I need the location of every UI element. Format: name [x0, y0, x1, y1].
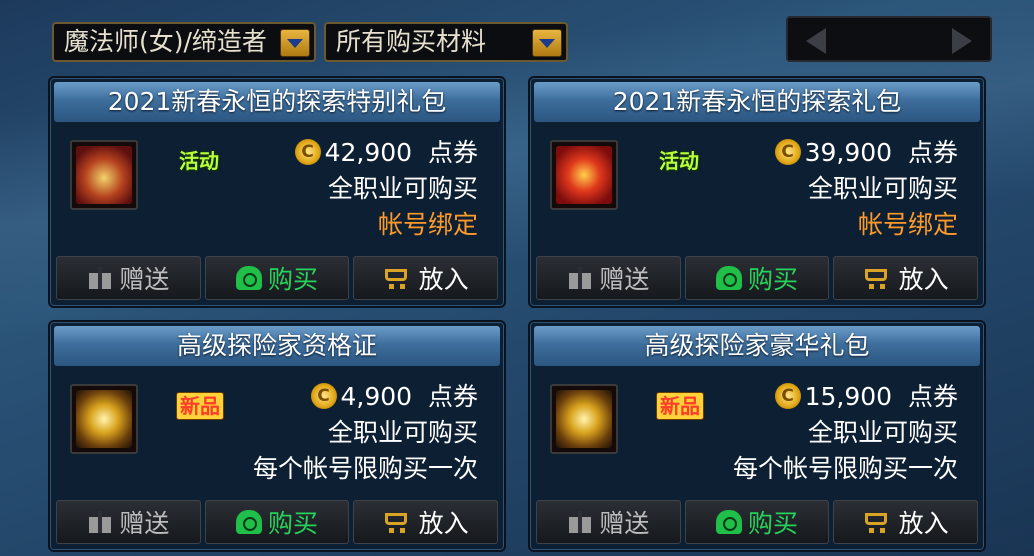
price-value: 39,900 [804, 138, 893, 167]
gift-button[interactable]: 赠送 [536, 256, 681, 300]
coupon-coin-icon [774, 383, 801, 409]
gift-button[interactable]: 赠送 [56, 256, 201, 300]
buy-button[interactable]: 购买 [204, 500, 350, 544]
item-title: 2021新春永恒的探索礼包 [534, 82, 980, 122]
shop-item-card: 高级探险家豪华礼包 新品 15,900 点券 全职业可购买 每个帐号限购买一次 … [528, 320, 986, 552]
action-buttons: 赠送 购买 放入 [56, 256, 499, 300]
price-value: 42,900 [324, 138, 413, 167]
category-filter-value: 所有购买材料 [336, 27, 487, 56]
purchase-condition: 全职业可购买 [807, 174, 958, 203]
price-currency: 点券 [907, 382, 958, 411]
cart-label: 放入 [418, 265, 469, 294]
item-title: 2021新春永恒的探索特别礼包 [54, 82, 500, 122]
event-tag: 活动 [179, 149, 219, 173]
category-filter-dropdown[interactable]: 所有购买材料 [324, 22, 568, 62]
previous-page-icon[interactable] [802, 26, 832, 54]
item-price: 15,900 点券 [774, 380, 958, 414]
purchase-limit-note: 每个帐号限购买一次 [252, 454, 478, 483]
next-page-icon[interactable] [946, 26, 976, 54]
buy-bag-icon [236, 266, 262, 290]
golden-orb-icon[interactable] [550, 384, 618, 454]
cart-icon [863, 266, 893, 290]
golden-orb-icon[interactable] [70, 384, 138, 454]
shop-item-card: 高级探险家资格证 新品 4,900 点券 全职业可购买 每个帐号限购买一次 赠送… [48, 320, 506, 552]
purchase-condition: 全职业可购买 [327, 418, 478, 447]
purchase-limit-note: 每个帐号限购买一次 [732, 454, 958, 483]
coupon-coin-icon [294, 139, 321, 165]
action-buttons: 赠送 购买 放入 [536, 500, 979, 544]
gift-box-icon [567, 265, 593, 291]
new-item-tag: 新品 [656, 392, 704, 420]
buy-label: 购买 [748, 509, 799, 538]
chevron-down-icon[interactable] [532, 29, 562, 57]
gift-label: 赠送 [599, 265, 650, 294]
purchase-condition: 全职业可购买 [807, 418, 958, 447]
cart-icon [863, 510, 893, 534]
class-filter-value: 魔法师(女)/缔造者 [64, 27, 267, 56]
item-price: 39,900 点券 [774, 136, 958, 170]
price-currency: 点券 [427, 382, 478, 411]
gift-box-icon [567, 509, 593, 535]
gift-label: 赠送 [119, 265, 170, 294]
event-tag: 活动 [659, 149, 699, 173]
item-title: 高级探险家资格证 [54, 326, 500, 366]
item-title: 高级探险家豪华礼包 [534, 326, 980, 366]
buy-bag-icon [236, 510, 262, 534]
gift-box-icon [87, 265, 113, 291]
action-buttons: 赠送 购买 放入 [56, 500, 499, 544]
shop-item-card: 2021新春永恒的探索礼包 活动 39,900 点券 全职业可购买 帐号绑定 赠… [528, 76, 986, 308]
new-item-tag: 新品 [176, 392, 224, 420]
page-navigator [786, 16, 992, 62]
chevron-down-icon[interactable] [280, 29, 310, 57]
account-bind-note: 帐号绑定 [857, 210, 958, 239]
cart-icon [383, 266, 413, 290]
account-bind-note: 帐号绑定 [377, 210, 478, 239]
gift-button[interactable]: 赠送 [56, 500, 201, 544]
class-filter-dropdown[interactable]: 魔法师(女)/缔造者 [52, 22, 316, 62]
price-currency: 点券 [427, 138, 478, 167]
item-price: 4,900 点券 [310, 380, 478, 414]
buy-label: 购买 [748, 265, 799, 294]
cart-label: 放入 [898, 509, 949, 538]
gift-label: 赠送 [599, 509, 650, 538]
price-value: 4,900 [340, 382, 413, 411]
gold-treasure-chest-icon[interactable] [70, 140, 138, 210]
buy-button[interactable]: 购买 [684, 500, 830, 544]
buy-bag-icon [716, 266, 742, 290]
gift-button[interactable]: 赠送 [536, 500, 681, 544]
price-value: 15,900 [804, 382, 893, 411]
buy-label: 购买 [268, 509, 319, 538]
add-to-cart-button[interactable]: 放入 [833, 256, 979, 300]
action-buttons: 赠送 购买 放入 [536, 256, 979, 300]
shop-item-card: 2021新春永恒的探索特别礼包 活动 42,900 点券 全职业可购买 帐号绑定… [48, 76, 506, 308]
coupon-coin-icon [774, 139, 801, 165]
buy-label: 购买 [268, 265, 319, 294]
buy-bag-icon [716, 510, 742, 534]
add-to-cart-button[interactable]: 放入 [353, 256, 499, 300]
cart-icon [383, 510, 413, 534]
cart-label: 放入 [418, 509, 469, 538]
purchase-condition: 全职业可购买 [327, 174, 478, 203]
cart-label: 放入 [898, 265, 949, 294]
price-currency: 点券 [907, 138, 958, 167]
coupon-coin-icon [310, 383, 337, 409]
gift-box-icon [87, 509, 113, 535]
add-to-cart-button[interactable]: 放入 [353, 500, 499, 544]
red-treasure-chest-icon[interactable] [550, 140, 618, 210]
add-to-cart-button[interactable]: 放入 [833, 500, 979, 544]
buy-button[interactable]: 购买 [684, 256, 830, 300]
item-price: 42,900 点券 [294, 136, 478, 170]
gift-label: 赠送 [119, 509, 170, 538]
buy-button[interactable]: 购买 [204, 256, 350, 300]
